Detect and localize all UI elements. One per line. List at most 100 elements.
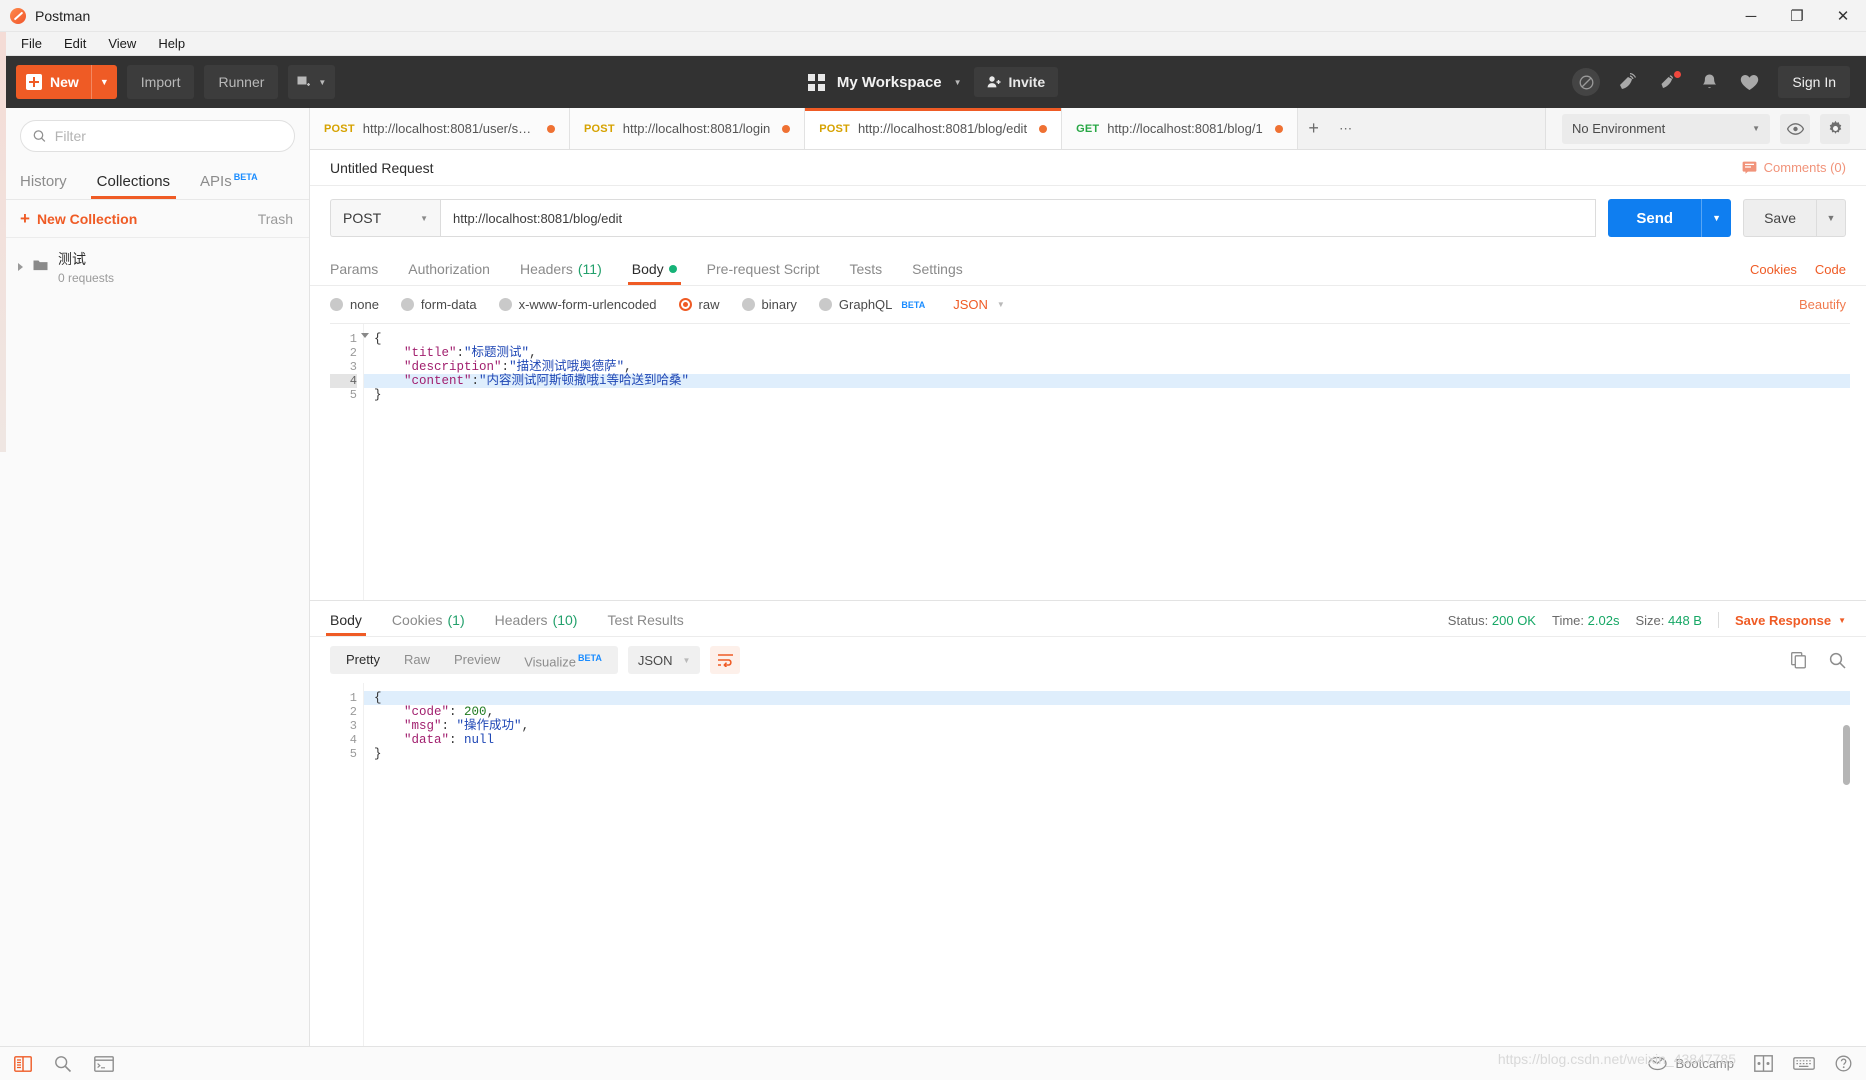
- save-options-caret-icon[interactable]: ▼: [1816, 199, 1846, 237]
- keyboard-icon[interactable]: [1793, 1056, 1815, 1071]
- request-tab-2[interactable]: POST http://localhost:8081/blog/edit: [805, 108, 1063, 149]
- tab-body[interactable]: Body: [627, 261, 681, 285]
- trash-link[interactable]: Trash: [258, 211, 293, 227]
- help-icon[interactable]: [1835, 1055, 1852, 1072]
- request-tab-0[interactable]: POST http://localhost:8081/user/save: [310, 108, 570, 149]
- response-format-select[interactable]: JSON ▼: [627, 646, 701, 674]
- request-tabs-more-button[interactable]: ⋯: [1329, 108, 1362, 149]
- send-options-caret-icon[interactable]: ▼: [1701, 199, 1732, 237]
- response-tab-headers[interactable]: Headers (10): [495, 612, 578, 636]
- sidebar-toggle-icon[interactable]: [14, 1055, 32, 1072]
- new-window-button[interactable]: ▼: [288, 65, 336, 99]
- view-mode-pretty[interactable]: Pretty: [334, 646, 392, 674]
- runner-button[interactable]: Runner: [204, 65, 279, 99]
- time-value: 2.02s: [1587, 612, 1620, 628]
- minimize-icon[interactable]: ─: [1728, 0, 1774, 32]
- view-mode-raw[interactable]: Raw: [392, 646, 442, 674]
- eye-icon[interactable]: [1780, 113, 1810, 144]
- import-button[interactable]: Import: [126, 65, 195, 99]
- wrap-lines-icon[interactable]: [710, 646, 741, 674]
- body-type-urlencoded[interactable]: x-www-form-urlencoded: [498, 297, 657, 312]
- code-token: "data": [404, 733, 450, 747]
- two-pane-icon[interactable]: [1754, 1055, 1773, 1072]
- invite-button[interactable]: Invite: [973, 67, 1059, 97]
- list-item[interactable]: 测试 0 requests: [0, 238, 309, 297]
- sidebar-tab-apis[interactable]: APIs BETA: [200, 172, 258, 199]
- body-type-form-data[interactable]: form-data: [400, 297, 477, 312]
- response-body-viewer[interactable]: 1 2 3 4 5 { "code": 200, "msg": "操作成功", …: [330, 683, 1850, 1046]
- app-header: New ▼ Import Runner ▼ My Workspace ▼ Inv…: [0, 56, 1866, 108]
- unsaved-dot-icon: [1039, 124, 1048, 133]
- response-tab-cookies[interactable]: Cookies (1): [392, 612, 465, 636]
- workspace-caret-icon[interactable]: ▼: [954, 78, 962, 87]
- workspace-label[interactable]: My Workspace: [837, 74, 942, 91]
- console-icon[interactable]: [94, 1055, 114, 1072]
- body-format-select[interactable]: JSON ▼: [953, 297, 1005, 312]
- request-body-code[interactable]: { "title":"标题测试", "description":"描述测试哦奥德…: [364, 324, 1850, 600]
- send-button[interactable]: Send: [1608, 199, 1702, 237]
- cookies-link[interactable]: Cookies: [1750, 262, 1797, 277]
- chevron-right-icon[interactable]: [18, 263, 23, 271]
- sidebar-tab-history[interactable]: History: [20, 173, 67, 199]
- tab-settings[interactable]: Settings: [912, 261, 963, 285]
- environment-select[interactable]: No Environment ▼: [1562, 113, 1770, 144]
- code-line: "code": 200,: [374, 705, 1850, 719]
- copy-icon[interactable]: [1791, 651, 1807, 669]
- gear-icon[interactable]: [1820, 113, 1850, 144]
- menu-item-view[interactable]: View: [97, 32, 147, 56]
- new-window-caret-icon: ▼: [318, 77, 327, 87]
- bell-icon[interactable]: [1698, 71, 1720, 93]
- radio-icon: [741, 298, 755, 311]
- request-tab-3[interactable]: GET http://localhost:8081/blog/1: [1062, 108, 1298, 149]
- response-tab-body[interactable]: Body: [326, 612, 366, 636]
- filter-box[interactable]: [20, 120, 295, 152]
- environment-zone: No Environment ▼: [1545, 108, 1866, 149]
- view-mode-preview[interactable]: Preview: [442, 646, 512, 674]
- code-link[interactable]: Code: [1815, 262, 1846, 277]
- body-type-raw[interactable]: raw: [678, 297, 720, 312]
- search-icon[interactable]: [1829, 652, 1846, 669]
- url-input[interactable]: http://localhost:8081/blog/edit: [440, 199, 1597, 237]
- heart-icon[interactable]: [1738, 71, 1760, 93]
- beautify-button[interactable]: Beautify: [1799, 297, 1846, 312]
- fold-icon[interactable]: [361, 333, 369, 338]
- save-response-button[interactable]: Save Response ▼: [1735, 613, 1846, 628]
- sidebar-tab-collections[interactable]: Collections: [90, 173, 177, 199]
- menu-item-help[interactable]: Help: [147, 32, 196, 56]
- tab-params[interactable]: Params: [330, 261, 378, 285]
- save-button[interactable]: Save: [1743, 199, 1816, 237]
- notifications-icon[interactable]: [1658, 70, 1683, 93]
- new-collection-button[interactable]: + New Collection: [20, 210, 137, 227]
- add-request-tab-button[interactable]: +: [1297, 108, 1330, 149]
- tab-headers[interactable]: Headers (11): [520, 261, 602, 285]
- close-icon[interactable]: ✕: [1820, 0, 1866, 32]
- request-tab-1[interactable]: POST http://localhost:8081/login: [570, 108, 806, 149]
- menu-item-file[interactable]: File: [10, 32, 53, 56]
- new-button[interactable]: New ▼: [16, 65, 117, 99]
- maximize-icon[interactable]: ❐: [1774, 0, 1820, 32]
- new-dropdown-caret-icon[interactable]: ▼: [90, 65, 117, 99]
- method-select[interactable]: POST ▼: [330, 199, 440, 237]
- scrollbar-vertical[interactable]: [1843, 725, 1850, 785]
- menu-item-edit[interactable]: Edit: [53, 32, 97, 56]
- sign-in-button[interactable]: Sign In: [1778, 66, 1850, 98]
- code-token: "content": [404, 374, 472, 388]
- view-mode-visualize[interactable]: Visualize BETA: [512, 644, 614, 676]
- body-type-none[interactable]: none: [330, 297, 379, 312]
- response-tab-test-results[interactable]: Test Results: [607, 612, 683, 636]
- bootcamp-button[interactable]: Bootcamp: [1648, 1056, 1734, 1071]
- search-icon[interactable]: [54, 1055, 72, 1073]
- tab-tests[interactable]: Tests: [849, 261, 882, 285]
- sync-disabled-icon[interactable]: [1572, 68, 1601, 96]
- body-type-graphql[interactable]: GraphQL BETA: [818, 297, 925, 312]
- filter-wrap: [0, 108, 309, 162]
- satellite-icon[interactable]: [1618, 71, 1640, 93]
- collection-text: 测试 0 requests: [58, 250, 114, 285]
- tab-pre-request-script[interactable]: Pre-request Script: [707, 261, 820, 285]
- comments-button[interactable]: Comments (0): [1742, 160, 1846, 175]
- search-input[interactable]: [54, 128, 282, 144]
- request-body-editor[interactable]: 1 2 3 4 5 { "title":"标题测试", "description…: [330, 323, 1850, 600]
- body-type-binary[interactable]: binary: [741, 297, 797, 312]
- tab-authorization[interactable]: Authorization: [408, 261, 490, 285]
